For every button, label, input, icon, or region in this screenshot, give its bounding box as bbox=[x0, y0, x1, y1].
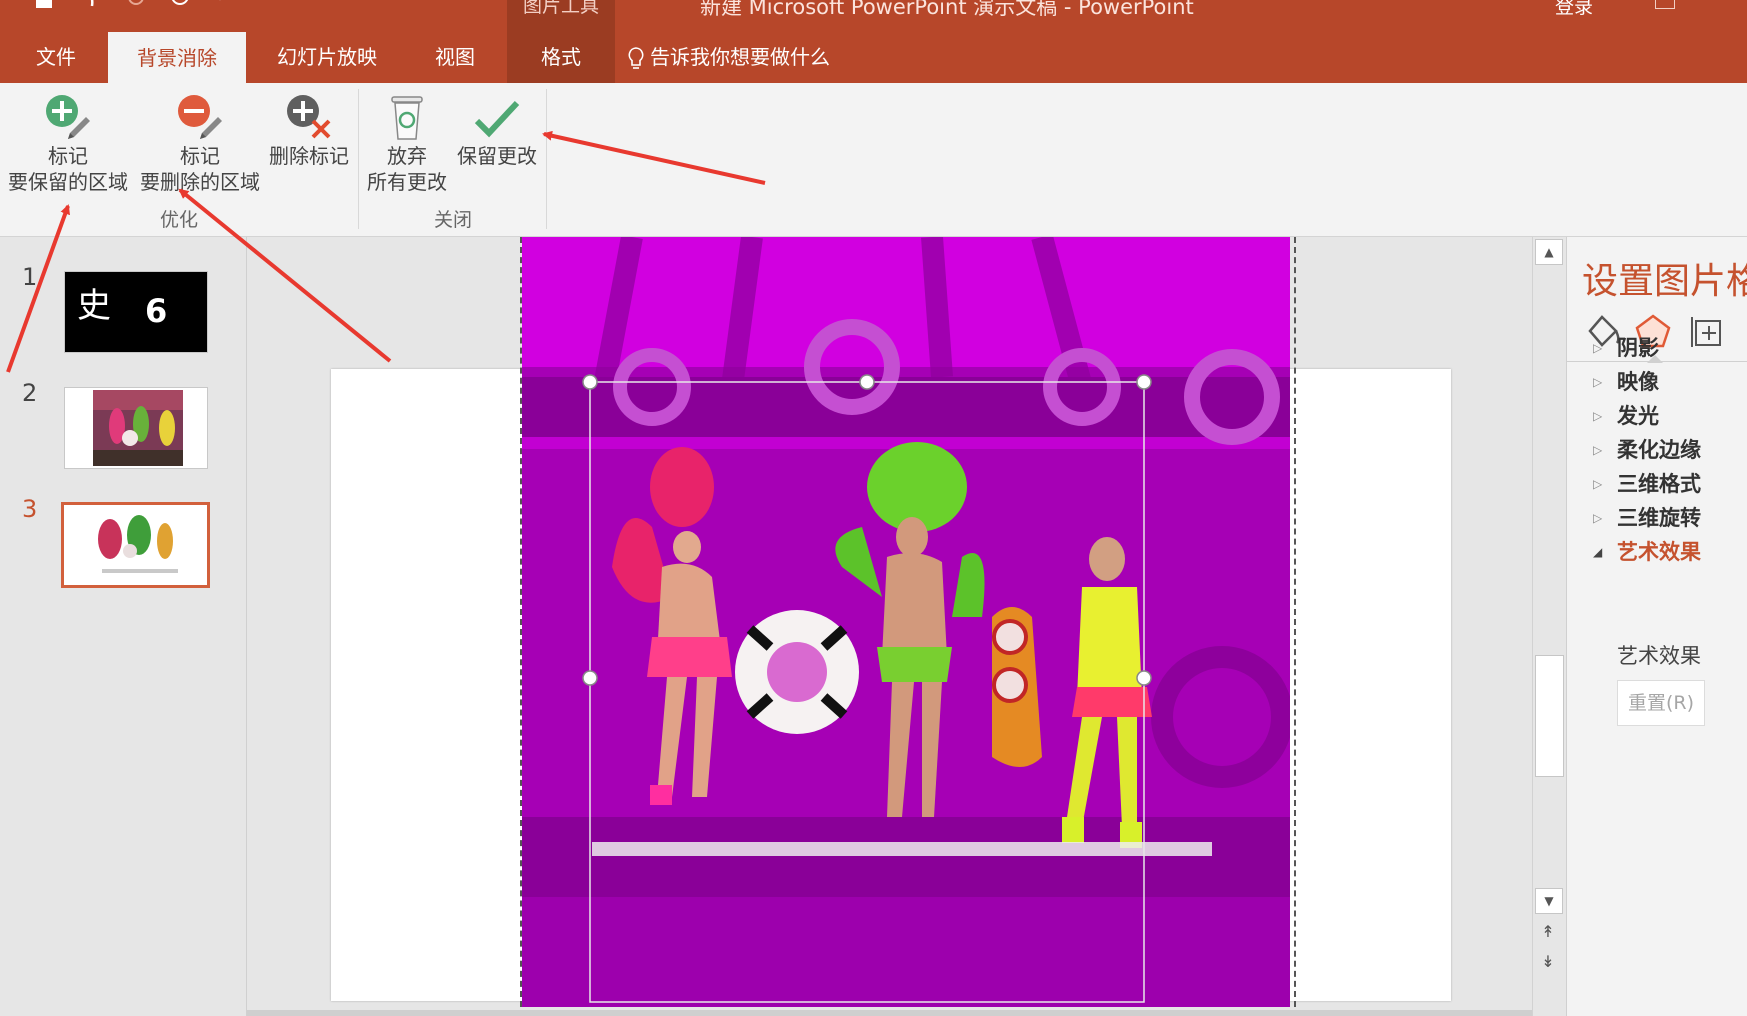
format-picture-pane: 设置图片格式 ▷ 阴影 ▷ 映像 ▷ 发光 ▷ 柔化边缘 ▷ 三维格式 ▷ 三维旋转 ◢ 艺术… bbox=[1566, 237, 1747, 1016]
slide-number: 2 bbox=[22, 379, 38, 407]
tell-me-text: 告诉我你想要做什么 bbox=[650, 45, 830, 69]
vertical-scrollbar[interactable]: ▲ ▼ ↟ ↡ bbox=[1532, 237, 1566, 1016]
title-bar: 图片工具 新建 Microsoft PowerPoint 演示文稿 - Powe… bbox=[0, 0, 1747, 22]
mark-remove-line1: 标记 bbox=[180, 144, 220, 168]
section-soft-edges[interactable]: ▷ 柔化边缘 bbox=[1567, 432, 1747, 468]
slide-number: 3 bbox=[22, 495, 38, 523]
section-label: 映像 bbox=[1617, 370, 1659, 394]
discard-icon bbox=[391, 96, 423, 140]
thumb-text: 6 bbox=[145, 292, 168, 330]
sign-in-link[interactable]: 登录 bbox=[1555, 0, 1593, 19]
picture-with-removal-overlay bbox=[522, 237, 1290, 1007]
collapse-icon: ◢ bbox=[1593, 545, 1603, 559]
delete-mark-label: 删除标记 bbox=[269, 144, 349, 168]
section-label: 艺术效果 bbox=[1617, 540, 1701, 564]
ribbon-tabs: 文件 背景消除 幻灯片放映 视图 格式 告诉我你想要做什么 bbox=[0, 22, 1747, 83]
discard-line2: 所有更改 bbox=[367, 170, 447, 194]
section-label: 阴影 bbox=[1617, 336, 1659, 360]
ribbon: 标记 要保留的区域 标记 要删除的区域 删除标记 优化 放弃 所有更改 保留更改… bbox=[0, 83, 1747, 237]
thumbnail-image bbox=[98, 515, 178, 573]
tab-background-removal[interactable]: 背景消除 bbox=[108, 32, 246, 83]
expand-icon: ▷ bbox=[1593, 443, 1603, 457]
section-3d-rotation[interactable]: ▷ 三维旋转 bbox=[1567, 500, 1747, 536]
pane-title: 设置图片格式 bbox=[1582, 261, 1747, 302]
expand-icon: ▷ bbox=[1593, 375, 1603, 389]
ribbon-display-button[interactable] bbox=[1655, 0, 1675, 9]
mark-remove-line2: 要删除的区域 bbox=[140, 170, 260, 194]
customize-icon[interactable] bbox=[214, 0, 226, 17]
prev-slide-icon[interactable]: ↟ bbox=[1535, 919, 1561, 943]
group-separator bbox=[358, 89, 359, 229]
scroll-down-icon[interactable]: ▼ bbox=[1535, 888, 1563, 914]
discard-all-changes-button[interactable]: 放弃 所有更改 bbox=[362, 91, 452, 195]
tab-file[interactable]: 文件 bbox=[10, 22, 102, 83]
window-title: 新建 Microsoft PowerPoint 演示文稿 - PowerPoin… bbox=[700, 0, 1194, 19]
slide-thumbnail-pane: 1 史 6 2 3 bbox=[0, 237, 247, 1016]
section-label: 三维旋转 bbox=[1617, 506, 1701, 530]
section-label: 发光 bbox=[1617, 404, 1659, 428]
slide-number: 1 bbox=[22, 263, 38, 291]
delete-mark-button[interactable]: 删除标记 bbox=[264, 91, 354, 169]
checkmark-icon bbox=[474, 100, 520, 138]
slide-thumbnail-1[interactable]: 史 6 bbox=[64, 271, 208, 353]
redo-icon[interactable] bbox=[126, 0, 146, 17]
section-artistic-effects[interactable]: ◢ 艺术效果 bbox=[1567, 534, 1747, 570]
reset-button[interactable]: 重置(R) bbox=[1617, 680, 1705, 726]
mark-areas-to-remove-button[interactable]: 标记 要删除的区域 bbox=[134, 91, 266, 195]
save-icon[interactable] bbox=[34, 0, 54, 17]
mark-keep-line1: 标记 bbox=[48, 144, 88, 168]
group-separator bbox=[546, 89, 547, 229]
expand-icon: ▷ bbox=[1593, 341, 1603, 355]
section-glow[interactable]: ▷ 发光 bbox=[1567, 398, 1747, 434]
keep-changes-button[interactable]: 保留更改 bbox=[450, 91, 544, 169]
next-slide-icon[interactable]: ↡ bbox=[1535, 949, 1561, 973]
discard-line1: 放弃 bbox=[387, 144, 427, 168]
thumbnail-image bbox=[93, 390, 183, 466]
delete-mark-icon bbox=[287, 95, 331, 139]
section-reflection[interactable]: ▷ 映像 bbox=[1567, 364, 1747, 400]
tab-view[interactable]: 视图 bbox=[405, 22, 505, 83]
section-shadow[interactable]: ▷ 阴影 bbox=[1567, 330, 1747, 366]
tell-me-box[interactable]: 告诉我你想要做什么 bbox=[628, 22, 830, 83]
scroll-up-icon[interactable]: ▲ bbox=[1535, 239, 1563, 265]
refine-group-label: 优化 bbox=[159, 209, 198, 231]
section-label: 柔化边缘 bbox=[1617, 438, 1701, 462]
slide-thumbnail-2[interactable] bbox=[64, 387, 208, 469]
close-group-label: 关闭 bbox=[433, 209, 472, 231]
scrollbar-thumb[interactable] bbox=[1535, 655, 1564, 777]
expand-icon: ▷ bbox=[1593, 409, 1603, 423]
section-3d-format[interactable]: ▷ 三维格式 bbox=[1567, 466, 1747, 502]
section-label: 三维格式 bbox=[1617, 472, 1701, 496]
picture-tools-label: 图片工具 bbox=[522, 0, 599, 17]
artistic-effects-picker-label: 艺术效果 bbox=[1617, 644, 1701, 668]
mark-remove-icon bbox=[178, 95, 222, 139]
tab-slideshow[interactable]: 幻灯片放映 bbox=[262, 22, 392, 83]
keep-changes-label: 保留更改 bbox=[457, 144, 537, 168]
expand-icon: ▷ bbox=[1593, 477, 1603, 491]
mark-areas-to-keep-button[interactable]: 标记 要保留的区域 bbox=[2, 91, 134, 195]
slide-thumbnail-3[interactable] bbox=[61, 502, 210, 588]
lightbulb-icon bbox=[628, 46, 644, 69]
mark-keep-line2: 要保留的区域 bbox=[8, 170, 128, 194]
touch-mode-icon[interactable] bbox=[168, 0, 192, 17]
tab-format[interactable]: 格式 bbox=[507, 22, 615, 83]
mark-keep-icon bbox=[46, 95, 90, 139]
horizontal-scrollbar[interactable] bbox=[247, 1010, 1532, 1016]
undo-icon[interactable] bbox=[78, 0, 100, 17]
thumb-text: 史 bbox=[77, 286, 111, 326]
background-removal-image[interactable] bbox=[520, 237, 1296, 1007]
expand-icon: ▷ bbox=[1593, 511, 1603, 525]
